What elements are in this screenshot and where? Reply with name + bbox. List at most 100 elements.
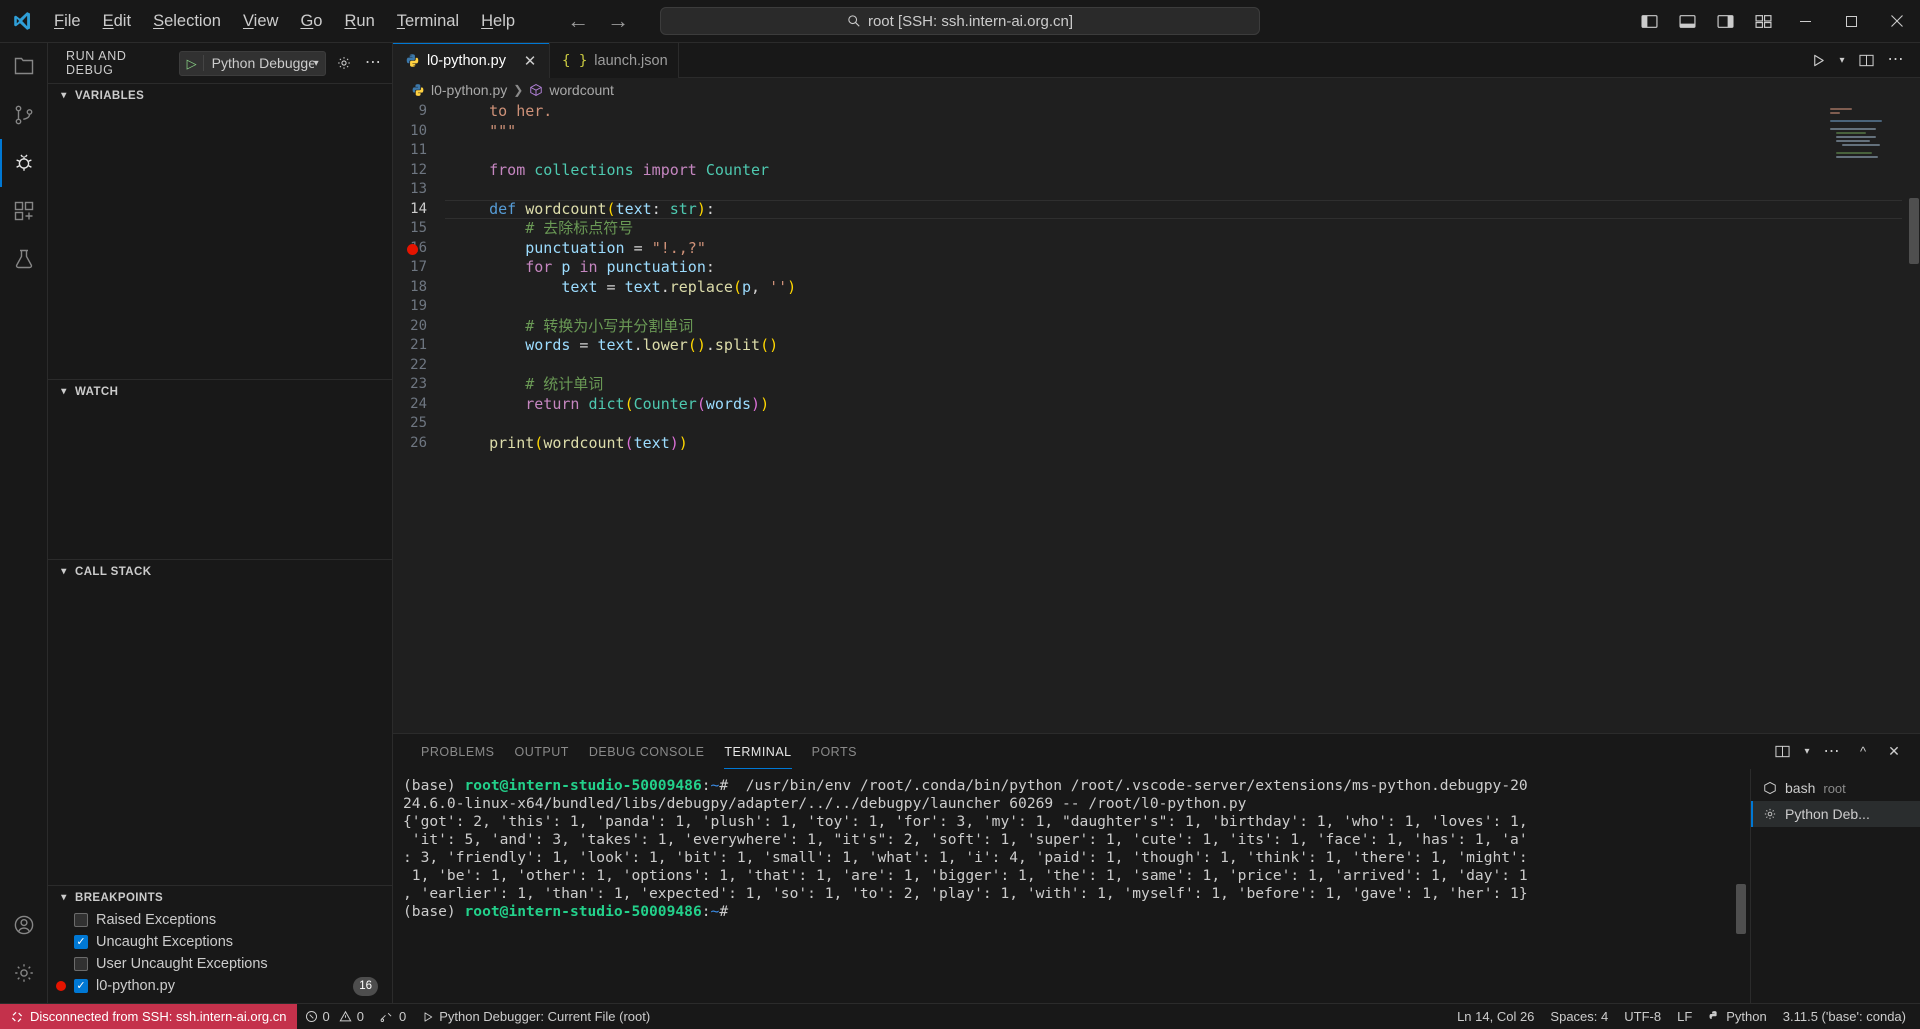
breakpoint-dot-icon[interactable] [407,243,418,255]
terminal-output[interactable]: (base) root@intern-studio-50009486:~# /u… [393,769,1750,1003]
code-line[interactable]: 21 words = text.lower().split() [393,336,1920,356]
status-debug-session[interactable]: Python Debugger: Current File (root) [414,1004,658,1029]
terminal-list-item-bash[interactable]: bash root [1751,775,1920,801]
sidebar-more-actions-icon[interactable]: ⋯ [363,51,384,75]
watch-section-header[interactable]: ▾ WATCH [48,380,392,403]
split-terminal-icon[interactable] [1768,738,1796,766]
status-python-interpreter[interactable]: 3.11.5 ('base': conda) [1775,1004,1920,1029]
chevron-down-icon[interactable]: ▾ [314,58,325,69]
split-editor-icon[interactable] [1852,46,1880,74]
play-icon[interactable]: ▷ [180,57,203,70]
debug-settings-gear-icon[interactable] [334,51,355,75]
menu-edit[interactable]: Edit [93,8,141,35]
terminal-scrollbar-thumb[interactable] [1736,884,1746,934]
toggle-secondary-sidebar-icon[interactable] [1706,4,1744,38]
status-problems[interactable]: 0 0 [297,1004,372,1029]
breadcrumb-file[interactable]: l0-python.py [431,82,507,98]
tab-terminal[interactable]: TERMINAL [714,734,801,769]
status-language-mode[interactable]: Python [1700,1004,1774,1029]
window-maximize-button[interactable] [1828,0,1874,43]
code-line[interactable]: 20 # 转换为小写并分割单词 [393,317,1920,337]
activitybar-item-accounts[interactable] [0,901,48,949]
editor-scrollbar-thumb[interactable] [1909,198,1919,264]
code-line[interactable]: 17 for p in punctuation: [393,258,1920,278]
menu-help[interactable]: Help [471,8,525,35]
code-line[interactable]: 16 punctuation = "!.,?" [393,239,1920,259]
breakpoint-row-raised-exceptions[interactable]: Raised Exceptions [48,909,392,931]
code-line[interactable]: 18 text = text.replace(p, '') [393,278,1920,298]
breakpoint-row-user-uncaught-exceptions[interactable]: User Uncaught Exceptions [48,953,392,975]
activitybar-item-explorer[interactable] [0,43,48,91]
window-minimize-button[interactable] [1782,0,1828,43]
activitybar-item-testing[interactable] [0,235,48,283]
code-line[interactable]: 25 [393,414,1920,434]
status-encoding[interactable]: UTF-8 [1616,1004,1669,1029]
chevron-down-icon[interactable]: ▾ [1834,46,1850,74]
variables-section-header[interactable]: ▾ VARIABLES [48,84,392,107]
status-eol[interactable]: LF [1669,1004,1700,1029]
call-stack-section-header[interactable]: ▾ CALL STACK [48,560,392,583]
breakpoint-row-file[interactable]: ✓ l0-python.py 16 [48,975,392,997]
toggle-panel-icon[interactable] [1668,4,1706,38]
tab-debug-console[interactable]: DEBUG CONSOLE [579,734,715,769]
code-line[interactable]: 13 [393,180,1920,200]
customize-layout-icon[interactable] [1744,4,1782,38]
terminal-segment: (base) [403,777,465,794]
command-center[interactable]: root [SSH: ssh.intern-ai.org.cn] [660,7,1260,35]
back-icon[interactable]: ← [567,10,589,32]
breakpoint-row-uncaught-exceptions[interactable]: ✓ Uncaught Exceptions [48,931,392,953]
checkbox-unchecked-icon[interactable] [74,957,88,971]
chevron-down-icon[interactable]: ▾ [1799,738,1815,766]
window-close-button[interactable] [1874,0,1920,43]
menu-selection[interactable]: Selection [143,8,231,35]
tab-launch-json[interactable]: { } launch.json [550,43,679,78]
code-editor[interactable]: 9 to her. 10 """ 11 12 from collections im… [393,102,1920,733]
maximize-panel-icon[interactable]: ^ [1849,738,1877,766]
checkbox-unchecked-icon[interactable] [74,913,88,927]
tab-l0-python-py[interactable]: l0-python.py ✕ [393,43,550,78]
editor-more-actions-icon[interactable]: ⋯ [1882,46,1910,74]
code-line[interactable]: 9 to her. [393,102,1920,122]
code-line[interactable]: 26 print(wordcount(text)) [393,434,1920,454]
menu-run[interactable]: Run [334,8,384,35]
terminal-list-item-python-debugger[interactable]: Python Deb... [1751,801,1920,827]
editor-scrollbar[interactable] [1906,102,1920,733]
menu-terminal[interactable]: Terminal [387,8,469,35]
tab-output[interactable]: OUTPUT [504,734,578,769]
code-line[interactable]: 24 return dict(Counter(words)) [393,395,1920,415]
tab-ports[interactable]: PORTS [802,734,867,769]
panel-more-actions-icon[interactable]: ⋯ [1818,738,1846,766]
status-ports[interactable]: 0 [372,1004,414,1029]
breadcrumb-symbol[interactable]: wordcount [549,82,614,98]
activitybar-item-source-control[interactable] [0,91,48,139]
menu-view[interactable]: View [233,8,288,35]
forward-icon[interactable]: → [607,10,629,32]
toggle-primary-sidebar-icon[interactable] [1630,4,1668,38]
close-icon[interactable]: ✕ [521,52,539,70]
breakpoints-section-header[interactable]: ▾ BREAKPOINTS [48,886,392,909]
debug-configuration-dropdown[interactable]: ▷ Python Debugger: ▾ [178,50,326,76]
code-line[interactable]: 23 # 统计单词 [393,375,1920,395]
code-line[interactable]: 19 [393,297,1920,317]
code-line[interactable]: 11 [393,141,1920,161]
close-panel-icon[interactable]: ✕ [1880,738,1908,766]
status-indentation[interactable]: Spaces: 4 [1542,1004,1616,1029]
checkbox-checked-icon[interactable]: ✓ [74,979,88,993]
activitybar-item-extensions[interactable] [0,187,48,235]
activitybar-item-settings[interactable] [0,949,48,997]
code-line[interactable]: 12 from collections import Counter [393,161,1920,181]
run-python-file-icon[interactable] [1804,46,1832,74]
checkbox-checked-icon[interactable]: ✓ [74,935,88,949]
code-line[interactable]: 15 # 去除标点符号 [393,219,1920,239]
tab-problems[interactable]: PROBLEMS [411,734,504,769]
menu-go[interactable]: Go [290,8,332,35]
code-line[interactable]: 22 [393,356,1920,376]
activitybar-item-run-and-debug[interactable] [0,139,48,187]
remote-status-item[interactable]: Disconnected from SSH: ssh.intern-ai.org… [0,1003,297,1029]
minimap[interactable] [1822,108,1906,170]
menu-file[interactable]: File [44,8,91,35]
code-line[interactable]: 14 def wordcount(text: str): [393,199,1920,219]
status-cursor-position[interactable]: Ln 14, Col 26 [1449,1004,1542,1029]
code-line[interactable]: 10 """ [393,122,1920,142]
